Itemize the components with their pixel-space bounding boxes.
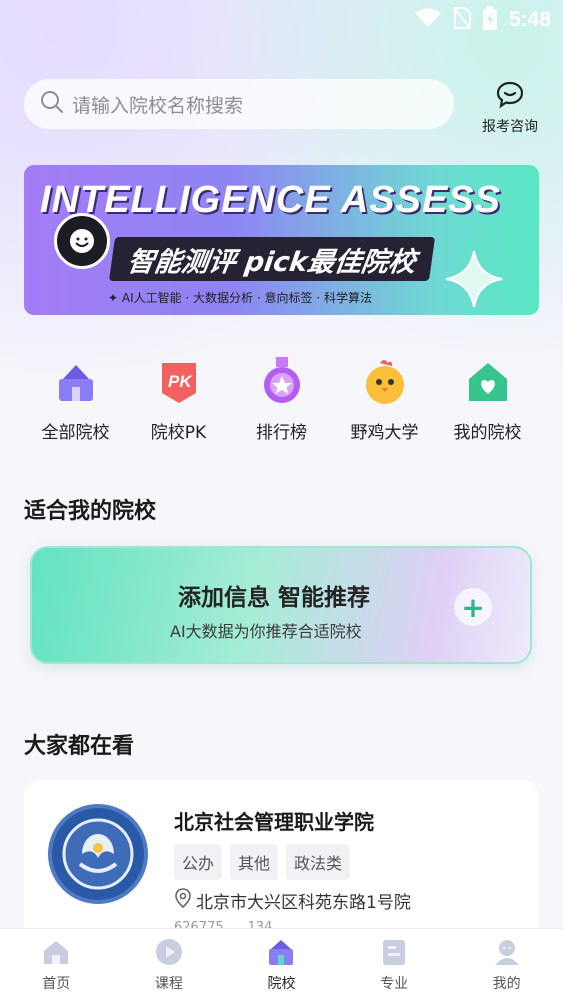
intelligence-assess-banner[interactable]: INTELLIGENCE ASSESS 智能测评 pick最佳院校 ✦ AI人工… [24,165,539,315]
smart-recommend-card[interactable]: 添加信息 智能推荐 AI大数据为你推荐合适院校 + [30,546,532,664]
school-tag: 公办 [174,844,223,880]
category-school-pk[interactable]: PK 院校PK [127,356,230,446]
school-building-icon [50,356,102,408]
tab-schools[interactable]: 院校 [225,929,338,1000]
banner-tags: ✦ AI人工智能 · 大数据分析 · 意向标签 · 科学算法 [108,291,372,305]
school-tag: 其他 [230,844,279,880]
medal-icon [256,356,308,408]
school-tag: 政法类 [286,844,351,880]
tab-courses[interactable]: 课程 [113,929,226,1000]
play-icon [154,937,184,967]
wifi-icon [414,8,441,32]
home-icon [41,937,71,967]
suitable-section-title: 适合我的院校 [24,499,157,524]
category-label: 野鸡大学 [350,423,419,443]
add-info-button[interactable]: + [454,588,492,626]
recommend-card-title: 添加信息 智能推荐 [178,585,371,611]
location-pin-icon [174,888,192,913]
search-input[interactable]: 请输入院校名称搜索 [24,79,454,129]
tab-majors[interactable]: 专业 [338,929,451,1000]
status-time: 5:48 [508,8,551,31]
category-label: 院校PK [150,423,207,443]
banner-title: INTELLIGENCE ASSESS [40,179,501,221]
chick-icon [359,356,411,408]
banner-slogan: 智能测评 pick最佳院校 [108,237,436,281]
category-label: 排行榜 [256,423,307,443]
heart-house-icon [462,356,514,408]
category-row: 全部院校 PK 院校PK 排行榜 野鸡大学 我的院校 [24,356,539,446]
sparkle-icon [444,249,504,313]
category-ranking[interactable]: 排行榜 [230,356,333,446]
tab-label: 课程 [154,976,183,992]
category-label: 全部院校 [41,423,110,443]
status-bar: 5:48 [0,0,563,40]
tab-label: 首页 [42,976,71,992]
tab-label: 专业 [380,976,409,992]
consult-label: 报考咨询 [482,119,538,135]
status-icons: 5:48 [414,6,551,34]
tab-label: 院校 [267,976,296,992]
profile-icon [492,937,522,967]
school-logo [48,804,148,904]
battery-charging-icon [482,6,497,34]
school-address-text: 北京市大兴区科苑东路1号院 [196,893,411,913]
category-label: 我的院校 [453,423,522,443]
category-my-schools[interactable]: 我的院校 [436,356,539,446]
bottom-tab-bar: 首页 课程 院校 专业 我的 [0,928,563,1000]
no-sim-icon [453,7,471,33]
tab-profile[interactable]: 我的 [450,929,563,1000]
popular-section-title: 大家都在看 [24,734,135,759]
pk-icon: PK [153,356,205,408]
school-card[interactable]: 北京社会管理职业学院 公办 其他 政法类 北京市大兴区科苑东路1号院 62677… [24,780,539,940]
category-fake-university[interactable]: 野鸡大学 [333,356,436,446]
search-placeholder: 请输入院校名称搜索 [72,94,244,117]
school-tags: 公办 其他 政法类 [174,844,351,880]
consult-button[interactable]: 报考咨询 [472,80,548,135]
major-icon [379,937,409,967]
school-name: 北京社会管理职业学院 [174,810,374,834]
tab-label: 我的 [492,976,521,992]
national-university-badge-icon [54,213,110,269]
school-icon [266,937,296,967]
category-all-schools[interactable]: 全部院校 [24,356,127,446]
tab-home[interactable]: 首页 [0,929,113,1000]
search-icon [40,90,64,118]
school-address: 北京市大兴区科苑东路1号院 [174,888,411,913]
recommend-card-subtitle: AI大数据为你推荐合适院校 [170,622,362,641]
chat-bubble-icon [495,81,525,114]
svg-text:PK: PK [168,372,193,391]
